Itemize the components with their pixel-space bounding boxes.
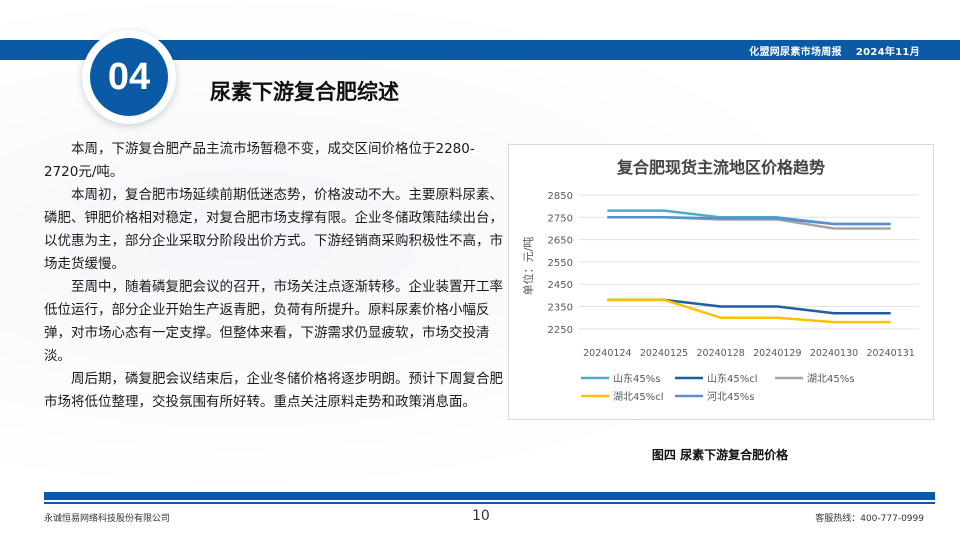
y-tick-label: 2650 bbox=[548, 236, 573, 247]
header-publisher: 化盟网尿素市场周报 bbox=[749, 47, 842, 58]
paragraph: 周后期，磷复肥会议结束后，企业冬储价格将逐步明朗。预计下周复合肥市场将低位整理，… bbox=[44, 371, 503, 410]
section-badge: 04 bbox=[82, 30, 176, 124]
chart-ylabel: 单位：元/吨 bbox=[521, 237, 535, 296]
header-info: 化盟网尿素市场周报 2024年11月 bbox=[749, 43, 920, 58]
price-trend-chart: 复合肥现货主流地区价格趋势 单位：元/吨 2250 2350 2450 2550 265… bbox=[521, 158, 919, 403]
paragraph: 至周中，随着磷复肥会议的召开，市场关注点逐渐转移。企业装置开工率低位运行，部分企… bbox=[44, 279, 503, 364]
footer-hotline: 客服热线：400-777-0999 bbox=[815, 514, 924, 524]
legend-label: 山东45%cl bbox=[707, 372, 758, 385]
chart-container: 复合肥现货主流地区价格趋势 单位：元/吨 2250 2350 2450 2550 265… bbox=[508, 144, 934, 420]
header-date: 2024年11月 bbox=[855, 47, 920, 58]
y-tick-label: 2750 bbox=[548, 213, 573, 224]
footer-divider bbox=[44, 502, 935, 504]
y-tick-label: 2550 bbox=[548, 258, 573, 269]
y-tick-label: 2850 bbox=[548, 191, 573, 202]
legend-label: 湖北45%s bbox=[807, 373, 854, 385]
x-tick-label: 20240128 bbox=[696, 348, 744, 359]
x-tick-label: 20240129 bbox=[753, 348, 801, 359]
footer-bar bbox=[44, 492, 935, 500]
footer-company: 永诚恒易网络科技股份有限公司 bbox=[44, 514, 171, 524]
x-tick-label: 20240130 bbox=[810, 348, 858, 359]
y-tick-label: 2250 bbox=[548, 325, 573, 336]
section-number: 04 bbox=[90, 38, 168, 116]
x-tick-label: 20240131 bbox=[866, 348, 914, 359]
page-number: 10 bbox=[472, 508, 490, 524]
chart-title: 复合肥现货主流地区价格趋势 bbox=[616, 158, 825, 177]
legend-label: 河北45%s bbox=[707, 391, 754, 403]
paragraph: 本周，下游复合肥产品主流市场暂稳不变，成交区间价格位于2280-2720元/吨。 bbox=[44, 141, 475, 180]
y-tick-label: 2350 bbox=[548, 303, 573, 314]
paragraph: 本周初，复合肥市场延续前期低迷态势，价格波动不大。主要原料尿素、磷肥、钾肥价格相… bbox=[44, 187, 503, 272]
body-text: 本周，下游复合肥产品主流市场暂稳不变，成交区间价格位于2280-2720元/吨。… bbox=[44, 138, 504, 414]
y-tick-label: 2450 bbox=[548, 280, 573, 291]
section-title: 尿素下游复合肥综述 bbox=[210, 80, 399, 104]
x-tick-label: 20240125 bbox=[640, 348, 688, 359]
legend-label: 湖北45%cl bbox=[613, 391, 664, 403]
legend-label: 山东45%s bbox=[613, 372, 660, 385]
figure-caption: 图四 尿素下游复合肥价格 bbox=[651, 448, 789, 462]
series-line bbox=[607, 298, 891, 324]
x-tick-label: 20240124 bbox=[583, 348, 631, 359]
